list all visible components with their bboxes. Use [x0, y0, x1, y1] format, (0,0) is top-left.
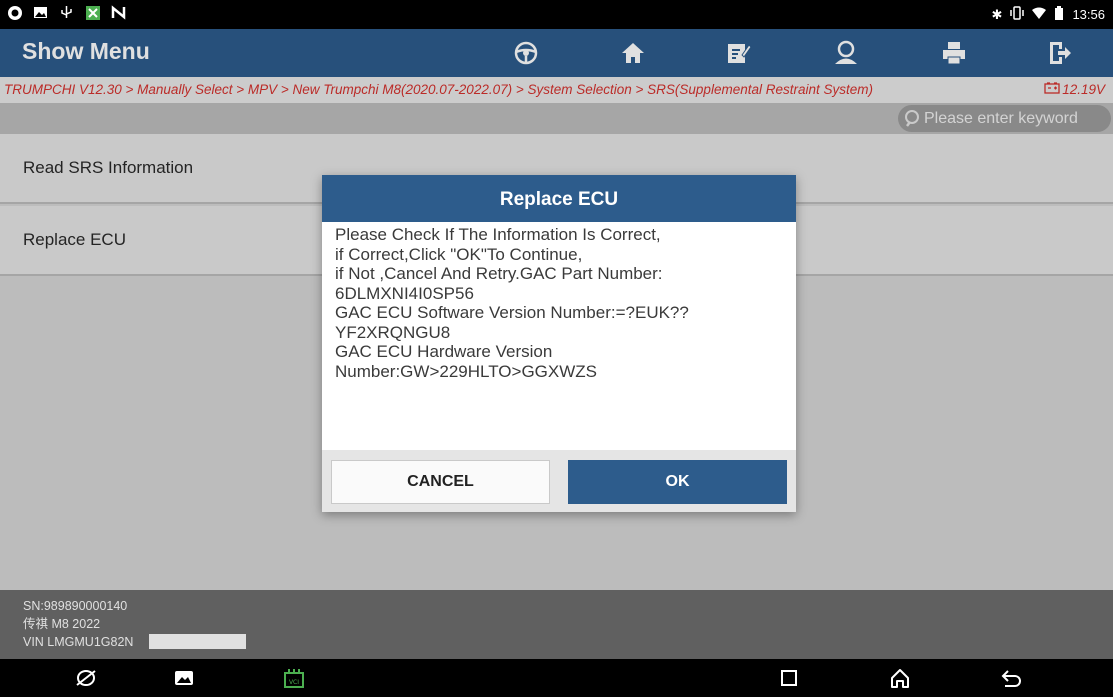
gallery-notification-icon: [32, 5, 49, 22]
dialog-message: Please Check If The Information Is Corre…: [335, 225, 785, 450]
cancel-button[interactable]: CANCEL: [331, 460, 550, 504]
svg-text:VCI: VCI: [289, 679, 299, 686]
ok-button[interactable]: OK: [568, 460, 787, 504]
vci-icon[interactable]: VCI: [282, 666, 306, 690]
clock: 13:56: [1072, 7, 1105, 22]
home-icon[interactable]: [888, 666, 912, 690]
navigation-bar: VCI: [0, 659, 1113, 697]
battery-icon: [1054, 6, 1064, 23]
usb-icon: [58, 5, 75, 22]
replace-ecu-dialog: Replace ECU Please Check If The Informat…: [322, 175, 796, 512]
app-notification-icon: [84, 5, 101, 22]
vibrate-icon: [1010, 6, 1025, 23]
browser-icon[interactable]: [74, 666, 98, 690]
dialog-title: Replace ECU: [322, 175, 796, 222]
nfc-icon: [110, 5, 127, 22]
status-bar: ✱ 13:56: [0, 0, 1113, 29]
wifi-icon: [1032, 7, 1047, 23]
gallery-icon[interactable]: [172, 666, 196, 690]
dialog-footer: CANCEL OK: [322, 450, 796, 512]
browser-icon: [6, 5, 23, 22]
recents-icon[interactable]: [777, 666, 801, 690]
back-icon[interactable]: [999, 666, 1023, 690]
bluetooth-icon: ✱: [991, 6, 1003, 22]
